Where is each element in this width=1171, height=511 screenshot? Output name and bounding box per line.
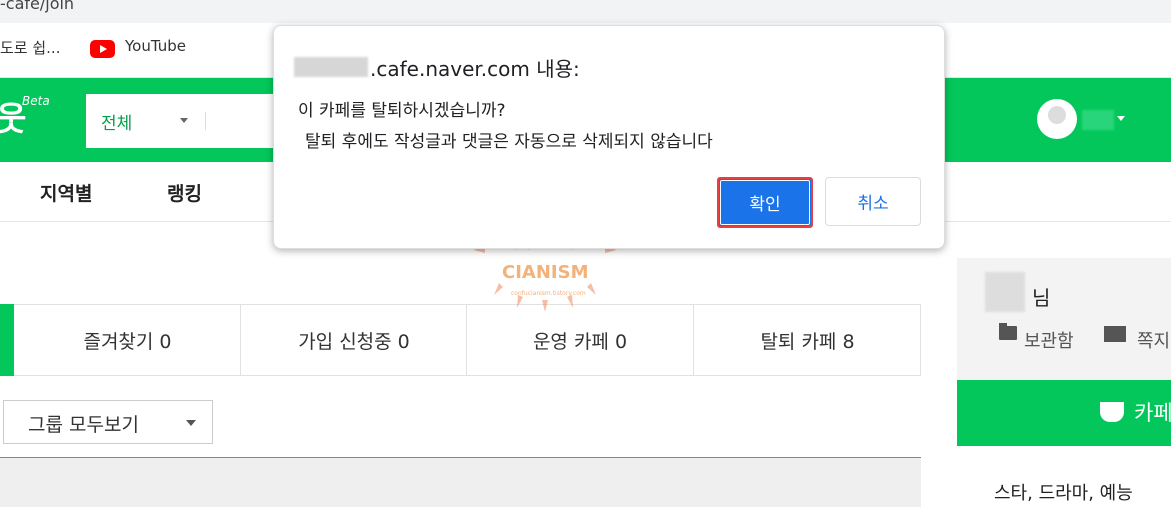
profile-image-redacted [985, 272, 1025, 312]
dialog-title: .cafe.naver.com 내용: [370, 57, 580, 81]
watermark-text: confucianism.tistory.com [511, 290, 586, 297]
mail-icon[interactable] [1104, 326, 1126, 342]
saved-link[interactable]: 보관함 [1024, 327, 1074, 353]
mail-link[interactable]: 쪽지 [1137, 327, 1170, 353]
domain-redacted [294, 57, 368, 77]
nav-item-region[interactable]: 지역별 [40, 179, 92, 206]
confirm-button[interactable]: 확인 [717, 177, 813, 228]
bookmark-item[interactable]: 도로 쉽... [0, 37, 60, 58]
nav-item-ranking[interactable]: 랭킹 [167, 179, 202, 206]
user-suffix: 님 [1032, 286, 1051, 310]
tab-favorites[interactable]: 즐겨찾기 0 [14, 304, 241, 376]
youtube-icon[interactable] [90, 40, 115, 58]
divider [205, 112, 206, 130]
group-select-value[interactable]: 그룹 모두보기 [28, 410, 139, 437]
tab-pending[interactable]: 가입 신청중 0 [240, 304, 467, 376]
dialog-message: 탈퇴 후에도 작성글과 댓글은 자동으로 삭제되지 않습니다 [305, 132, 713, 152]
cup-icon [1100, 402, 1124, 422]
username-redacted[interactable] [1082, 110, 1114, 130]
tab-indicator [0, 304, 14, 376]
beta-badge: Beta [22, 94, 50, 108]
tab-withdrawn[interactable]: 탈퇴 카페 8 [693, 304, 921, 376]
list-header [0, 457, 921, 507]
chevron-down-icon[interactable] [186, 420, 196, 426]
cancel-button[interactable]: 취소 [825, 177, 921, 226]
cafe-button-label[interactable]: 카페 [1134, 397, 1171, 427]
chevron-down-icon[interactable] [1117, 116, 1125, 121]
search-scope-select[interactable]: 전체 [101, 109, 132, 134]
address-bar[interactable] [0, 0, 1171, 23]
user-icon [1048, 106, 1066, 124]
folder-icon[interactable] [999, 323, 1017, 340]
dialog-message: 이 카페를 탈퇴하시겠습니까? [298, 101, 506, 121]
chevron-down-icon[interactable] [180, 118, 188, 123]
url-text[interactable]: -cafe/join [0, 0, 74, 13]
bookmark-youtube[interactable]: YouTube [125, 37, 186, 55]
promo-text[interactable]: 스타, 드라마, 예능 [994, 479, 1133, 505]
watermark-text: CIANISM [502, 262, 589, 283]
